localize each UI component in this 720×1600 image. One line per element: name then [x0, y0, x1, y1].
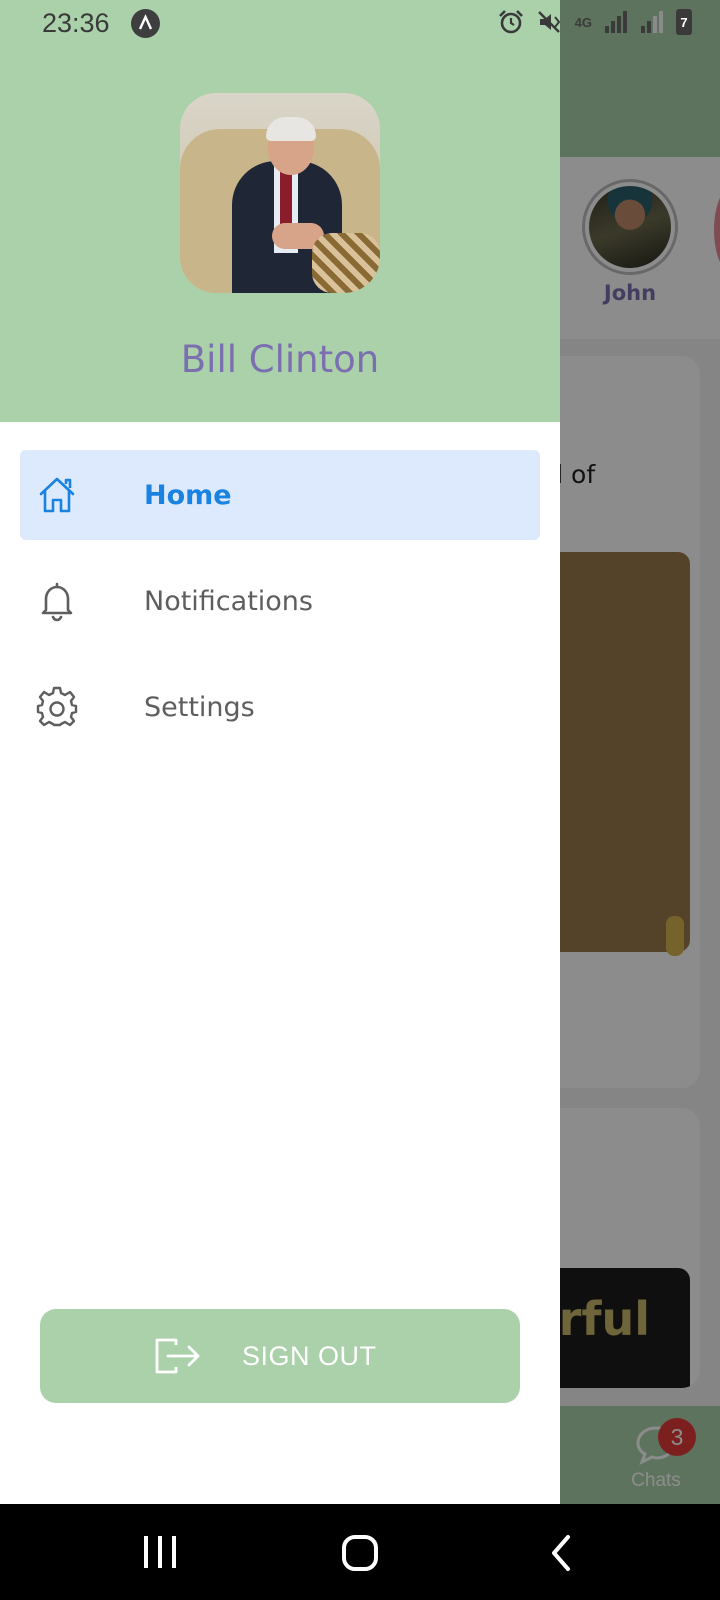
app-notification-icon — [131, 9, 160, 38]
menu-item-home[interactable]: Home — [20, 450, 540, 540]
bell-icon — [41, 582, 73, 622]
recent-apps-button[interactable] — [140, 1532, 180, 1572]
back-button[interactable] — [548, 1534, 576, 1572]
status-bar: 23:36 4G 7 — [0, 0, 720, 46]
navigation-drawer: Bill Clinton Home Notifications Settings… — [0, 0, 560, 1504]
battery-icon: 7 — [676, 9, 692, 35]
signal-icon — [641, 11, 663, 33]
battery-level: 7 — [680, 15, 688, 30]
menu-item-notifications[interactable]: Notifications — [20, 556, 540, 646]
drawer-header: Bill Clinton — [0, 0, 560, 422]
status-time: 23:36 — [42, 8, 110, 38]
mute-icon — [537, 11, 560, 33]
sign-out-icon — [155, 1338, 200, 1374]
home-button[interactable] — [341, 1534, 379, 1572]
menu-item-label: Notifications — [144, 586, 313, 617]
network-type: 4G — [574, 14, 592, 30]
sign-out-label: SIGN OUT — [242, 1341, 377, 1371]
home-icon — [39, 477, 75, 513]
gear-icon — [36, 686, 78, 727]
menu-item-settings[interactable]: Settings — [20, 662, 540, 752]
menu-item-label: Settings — [144, 692, 255, 723]
profile-name: Bill Clinton — [180, 338, 380, 381]
status-icons: 4G 7 — [497, 9, 692, 35]
alarm-icon — [498, 10, 523, 34]
sign-out-button[interactable]: SIGN OUT — [40, 1309, 520, 1403]
signal-icon — [605, 11, 627, 33]
menu-item-label: Home — [144, 480, 232, 511]
system-navigation-bar — [0, 1504, 720, 1600]
profile-photo[interactable] — [180, 93, 380, 293]
